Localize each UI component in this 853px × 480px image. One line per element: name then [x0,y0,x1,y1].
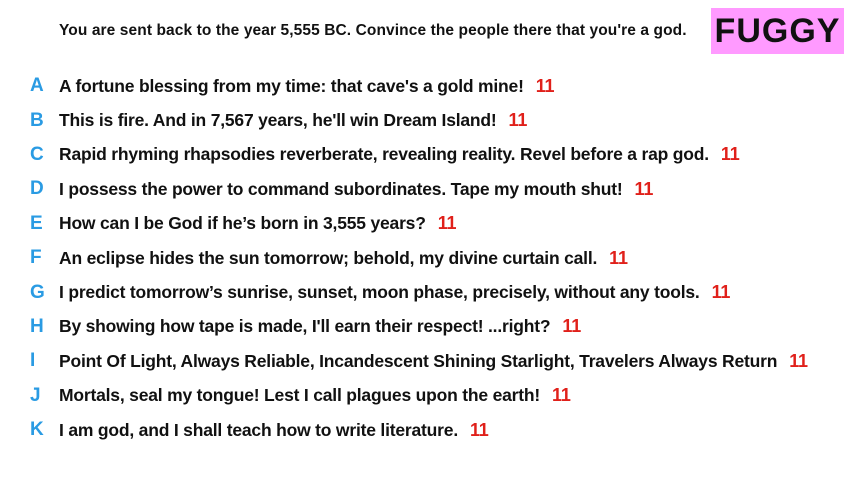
entry-text-wrap: This is fire. And in 7,567 years, he'll … [59,110,527,131]
entry-score: 11 [720,144,740,165]
entry-score: 11 [789,350,808,371]
entry-text: By showing how tape is made, I'll earn t… [59,316,551,337]
entry-score: 11 [437,213,457,234]
entry-letter: H [30,315,44,337]
entry-letter: D [30,178,44,200]
entry-text: I predict tomorrow’s sunrise, sunset, mo… [59,282,700,303]
entry-text-wrap: I possess the power to command subordina… [59,179,653,200]
entry-score: 11 [562,316,582,337]
entry-score: 11 [535,75,555,96]
list-item: J Mortals, seal my tongue! Lest I call pl… [0,379,853,413]
list-item: I Point Of Light, Always Reliable, Incand… [0,344,853,378]
entry-text-wrap: By showing how tape is made, I'll earn t… [59,316,581,337]
player-name-badge: FUGGY [711,8,844,54]
list-item: H By showing how tape is made, I'll earn … [0,310,853,344]
entry-score: 11 [552,385,571,406]
list-item: C Rapid rhyming rhapsodies reverberate, r… [0,138,853,172]
entry-text: Mortals, seal my tongue! Lest I call pla… [59,385,541,406]
entry-letter: B [30,109,44,131]
entry-text-wrap: Rapid rhyming rhapsodies reverberate, re… [59,144,740,165]
list-item: E How can I be God if he’s born in 3,555 … [0,207,853,241]
entry-score: 11 [634,178,654,199]
entry-text-wrap: Point Of Light, Always Reliable, Incande… [59,351,808,372]
entry-text: I possess the power to command subordina… [59,178,623,199]
prompt-text: You are sent back to the year 5,555 BC. … [59,22,687,39]
entry-text-wrap: How can I be God if he’s born in 3,555 y… [59,213,457,234]
list-item: F An eclipse hides the sun tomorrow; beho… [0,241,853,275]
entry-letter: J [30,384,41,406]
entry-score: 11 [609,247,628,268]
entry-letter: C [30,143,44,165]
entry-score: 11 [711,282,731,303]
entry-text-wrap: An eclipse hides the sun tomorrow; behol… [59,248,628,269]
list-item: K I am god, and I shall teach how to writ… [0,413,853,447]
entry-text: A fortune blessing from my time: that ca… [59,75,524,96]
list-item: B This is fire. And in 7,567 years, he'll… [0,103,853,137]
entry-text-wrap: I predict tomorrow’s sunrise, sunset, mo… [59,282,730,303]
entry-text: I am god, and I shall teach how to write… [59,419,458,440]
entry-text-wrap: Mortals, seal my tongue! Lest I call pla… [59,385,571,406]
entry-letter: A [30,75,44,97]
entry-score: 11 [469,419,489,440]
entry-letter: I [30,350,36,372]
entry-text: Point Of Light, Always Reliable, Incande… [59,350,778,371]
entry-text-wrap: A fortune blessing from my time: that ca… [59,75,555,97]
entry-text: An eclipse hides the sun tomorrow; behol… [59,247,598,268]
entry-letter: F [30,247,42,269]
list-item: D I possess the power to command subordin… [0,172,853,206]
entry-letter: E [30,212,43,234]
entry-text: Rapid rhyming rhapsodies reverberate, re… [59,144,709,165]
list-item: A A fortune blessing from my time: that c… [0,69,853,103]
entry-letter: K [30,419,44,441]
entry-text: How can I be God if he’s born in 3,555 y… [59,213,426,234]
entry-text: This is fire. And in 7,567 years, he'll … [59,110,497,131]
entry-score: 11 [508,110,528,131]
entries-list: A A fortune blessing from my time: that c… [0,69,853,447]
entry-letter: G [30,281,45,303]
entry-text-wrap: I am god, and I shall teach how to write… [59,420,489,441]
list-item: G I predict tomorrow’s sunrise, sunset, m… [0,275,853,309]
